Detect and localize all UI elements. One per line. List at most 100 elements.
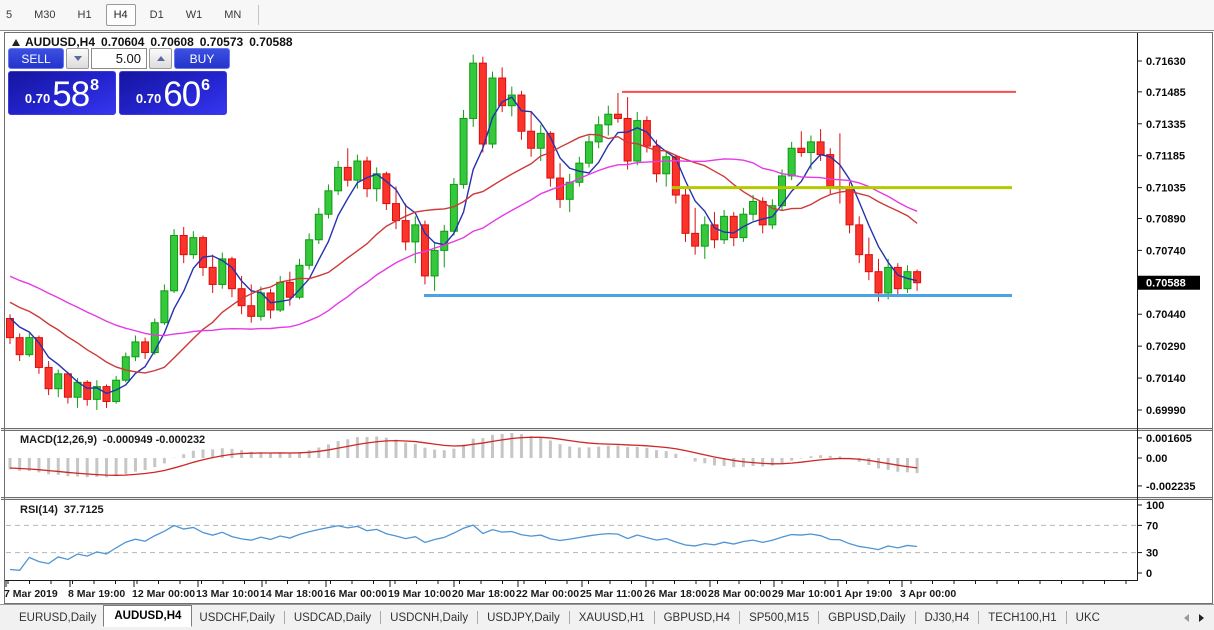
candle-body	[460, 118, 467, 184]
timeframe-h4[interactable]: H4	[106, 4, 136, 26]
tab-gbpusd-h4[interactable]: GBPUSD,H4	[657, 608, 737, 628]
tab-usdcad-daily[interactable]: USDCAD,Daily	[287, 608, 378, 628]
timeframe-mn[interactable]: MN	[216, 4, 249, 26]
sell-price-pip: 8	[90, 77, 99, 95]
candle-body	[528, 131, 535, 148]
candle-body	[190, 238, 197, 255]
macd-tick-label: 0.001605	[1146, 433, 1192, 445]
candle-body	[180, 235, 187, 254]
tab-audusd-h4[interactable]: AUDUSD,H4	[103, 605, 192, 627]
tab-scroll-right-icon[interactable]	[1199, 614, 1204, 622]
candle-body	[7, 318, 14, 337]
candle-body	[142, 342, 149, 353]
candle-body	[663, 157, 670, 174]
candle-body	[557, 178, 564, 199]
volume-input[interactable]: 5.00	[91, 48, 147, 69]
candle-body	[547, 133, 554, 178]
trading-terminal: { "toolbar": { "items": ["5", "M30", "H1…	[0, 0, 1214, 630]
candle-body	[624, 118, 631, 161]
price-tick-label: 0.70890	[1146, 213, 1186, 225]
price-tick-label: 0.70290	[1146, 341, 1186, 353]
toolbar-separator	[258, 5, 259, 25]
candle-body	[586, 142, 593, 163]
candle-body	[682, 195, 689, 233]
macd-values: -0.000949 -0.000232	[103, 434, 205, 446]
tab-usdchf-daily[interactable]: USDCHF,Daily	[192, 608, 281, 628]
tab-divider	[978, 611, 979, 624]
price-tick-label: 0.71035	[1146, 183, 1186, 195]
price-tick-label: 0.70440	[1146, 309, 1186, 321]
tab-sp500-m15[interactable]: SP500,M15	[742, 608, 816, 628]
candle-body	[914, 272, 921, 283]
candle-body	[64, 374, 71, 397]
buy-quote-box[interactable]: 0.70 60 6	[119, 71, 227, 115]
candle-body	[537, 133, 544, 148]
candle-body	[393, 204, 400, 221]
ohlc-close: 0.70588	[249, 35, 292, 49]
candle-body	[315, 214, 322, 240]
candle-body	[788, 148, 795, 176]
buy-button[interactable]: BUY	[174, 48, 230, 69]
candle-body	[45, 367, 52, 388]
time-tick-label: 22 Mar 00:00	[516, 588, 579, 600]
tab-divider	[915, 611, 916, 624]
price-tick-label: 0.69990	[1146, 405, 1186, 417]
tab-divider	[569, 611, 570, 624]
tab-eurusd-daily[interactable]: EURUSD,Daily	[12, 608, 103, 628]
tab-gbpusd-daily[interactable]: GBPUSD,Daily	[821, 608, 912, 628]
buy-price-big: 60	[163, 78, 200, 111]
candle-body	[875, 272, 882, 293]
candle-body	[518, 95, 525, 131]
timeframe-toolbar: 5 M30 H1 H4 D1 W1 MN	[0, 0, 1214, 31]
tab-divider	[739, 611, 740, 624]
chart-tabbar: EURUSD,Daily AUDUSD,H4 USDCHF,Daily USDC…	[0, 604, 1214, 630]
tab-scroll-left-icon[interactable]	[1184, 614, 1189, 622]
macd-indicator-label: MACD(12,26,9) -0.000949 -0.000232	[20, 434, 205, 446]
price-tick-label: 0.71485	[1146, 87, 1186, 99]
candle-body	[286, 282, 293, 297]
timeframe-d1[interactable]: D1	[142, 4, 172, 26]
candle-body	[16, 338, 23, 355]
buy-price-pip: 6	[201, 77, 210, 95]
candle-body	[479, 63, 486, 144]
candle-body	[807, 142, 814, 153]
volume-up-icon	[157, 56, 165, 61]
candle-body	[489, 78, 496, 144]
candle-body	[325, 191, 332, 214]
candle-body	[431, 250, 438, 276]
candle-body	[383, 174, 390, 204]
tab-tech100-h1[interactable]: TECH100,H1	[981, 608, 1063, 628]
volume-decrease-button[interactable]	[66, 48, 89, 69]
macd-name: MACD(12,26,9)	[20, 434, 97, 446]
candle-body	[354, 161, 361, 180]
candle-body	[759, 201, 766, 224]
volume-increase-button[interactable]	[149, 48, 172, 69]
collapse-triangle-icon[interactable]	[12, 39, 20, 46]
timeframe-h1[interactable]: H1	[70, 4, 100, 26]
timeframe-w1[interactable]: W1	[178, 4, 211, 26]
tab-divider	[380, 611, 381, 624]
chart-canvas[interactable]: 0.716300.714850.713350.711850.710350.708…	[0, 31, 1214, 604]
candle-body	[277, 282, 284, 310]
time-tick-label: 25 Mar 11:00	[580, 588, 643, 600]
macd-tick-label: 0.00	[1146, 453, 1167, 465]
sell-quote-box[interactable]: 0.70 58 8	[8, 71, 116, 115]
sell-price-big: 58	[52, 78, 89, 111]
tab-xauusd-h1[interactable]: XAUUSD,H1	[572, 608, 652, 628]
candle-body	[885, 267, 892, 293]
time-tick-label: 19 Mar 10:00	[388, 588, 451, 600]
candle-body	[605, 114, 612, 125]
timeframe-m30[interactable]: M30	[26, 4, 63, 26]
timeframe-m5[interactable]: 5	[0, 4, 20, 26]
tab-usdjpy-daily[interactable]: USDJPY,Daily	[480, 608, 567, 628]
tab-usdcnh-daily[interactable]: USDCNH,Daily	[383, 608, 475, 628]
buy-price-prefix: 0.70	[136, 91, 161, 106]
time-tick-label: 13 Mar 10:00	[196, 588, 259, 600]
candle-body	[412, 225, 419, 242]
sell-button[interactable]: SELL	[8, 48, 64, 69]
candle-body	[161, 291, 168, 323]
time-tick-label: 1 Apr 19:00	[836, 588, 892, 600]
rsi-line	[10, 525, 917, 570]
tab-dj30-h4[interactable]: DJ30,H4	[918, 608, 977, 628]
tab-ukc-truncated[interactable]: UKC	[1069, 608, 1107, 628]
